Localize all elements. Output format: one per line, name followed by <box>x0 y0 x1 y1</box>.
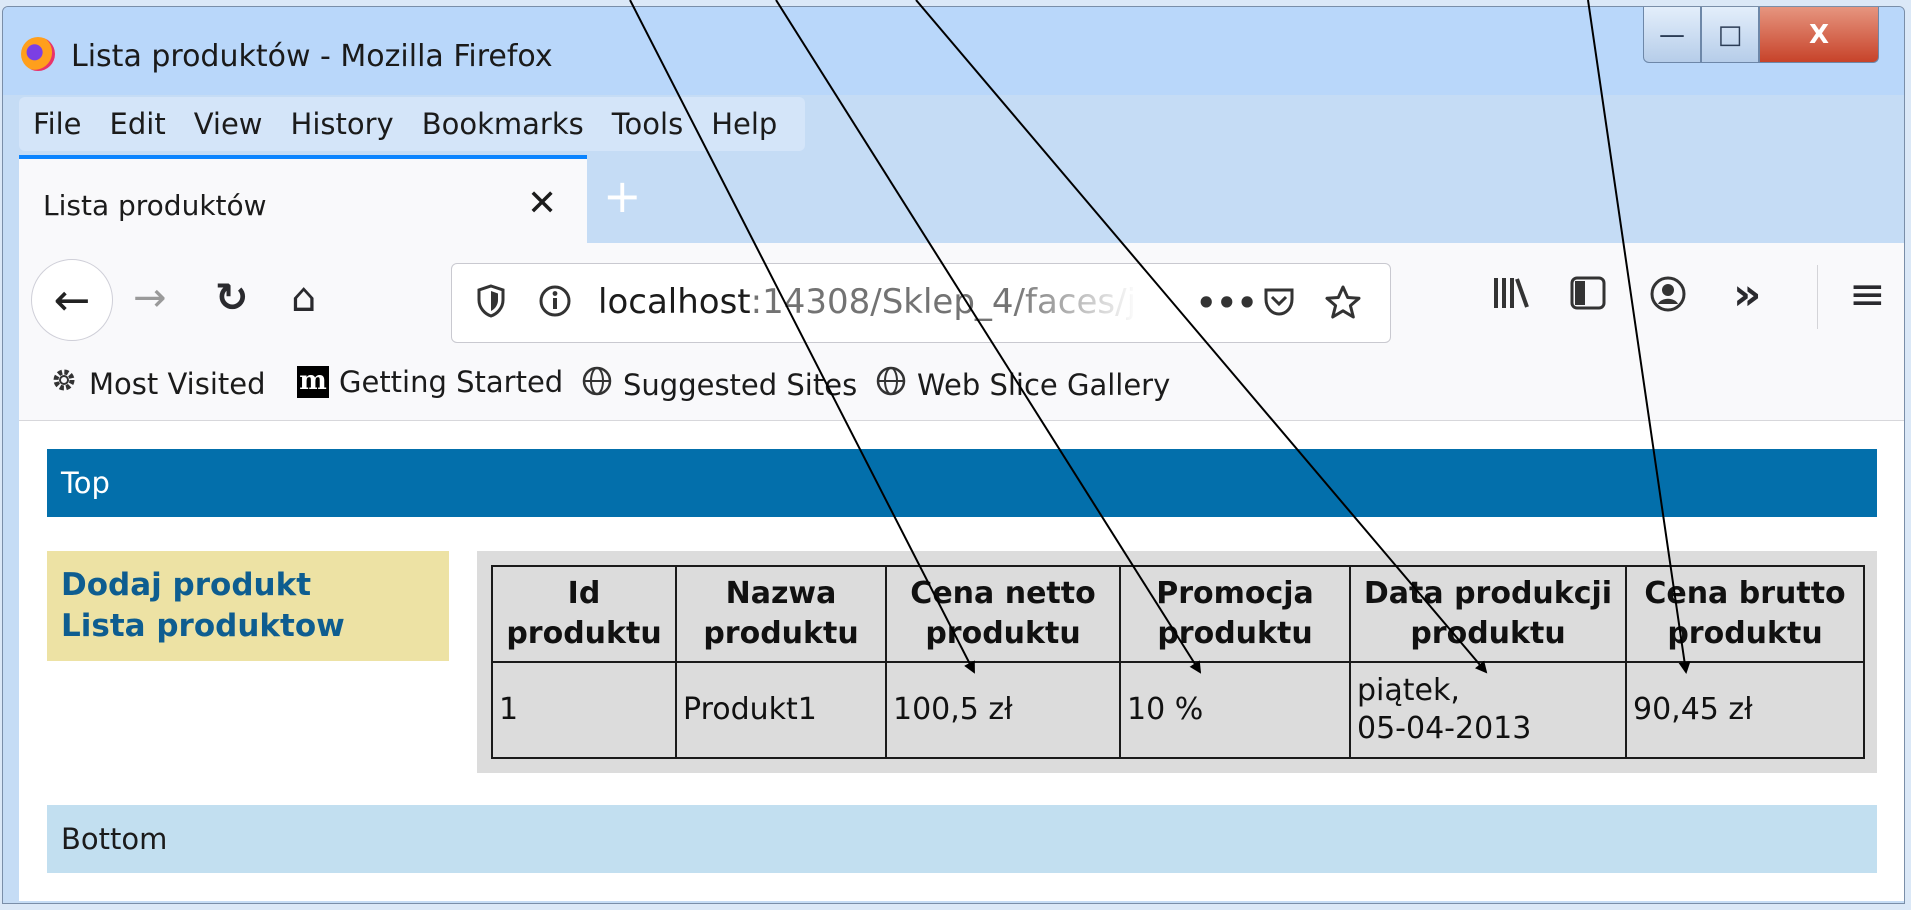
sidebar-icon[interactable] <box>1569 275 1607 321</box>
new-tab-button[interactable]: + <box>603 169 642 223</box>
column-header-id: Id produktu <box>491 565 677 663</box>
add-product-link[interactable]: Dodaj produkt <box>61 565 435 606</box>
url-fade <box>1012 264 1192 342</box>
toolbar-separator <box>1817 265 1818 329</box>
table-row: 1 Produkt1 100,5 zł 10 % piątek, 05-04-20… <box>491 661 1865 759</box>
menu-tools[interactable]: Tools <box>612 107 683 141</box>
menu-help[interactable]: Help <box>711 107 777 141</box>
minimize-button[interactable]: — <box>1643 7 1701 63</box>
left-menu: Dodaj produkt Lista produktow <box>47 551 449 661</box>
reload-icon[interactable]: ↻ <box>215 275 249 321</box>
menu-edit[interactable]: Edit <box>110 107 166 141</box>
bookmark-most-visited[interactable]: Most Visited <box>49 365 266 403</box>
hamburger-menu-icon[interactable]: ≡ <box>1849 269 1886 320</box>
products-table-container: Id produktu Nazwa produktu Cena netto produ… <box>477 551 1877 773</box>
url-bar[interactable]: localhost:14308/Sklep_4/faces/j ••• <box>451 263 1391 343</box>
bookmark-getting-started[interactable]: m Getting Started <box>297 365 563 399</box>
firefox-logo-icon <box>21 37 55 71</box>
bookmark-label: Suggested Sites <box>623 368 858 402</box>
home-icon[interactable]: ⌂ <box>291 275 316 321</box>
product-list-link[interactable]: Lista produktow <box>61 606 435 647</box>
bookmark-label: Web Slice Gallery <box>917 368 1171 402</box>
bookmarks-toolbar: Most Visited m Getting Started Suggested… <box>19 351 1904 421</box>
m-icon: m <box>297 366 329 398</box>
window-title: Lista produktów - Mozilla Firefox <box>71 39 553 74</box>
globe-icon <box>581 365 613 405</box>
info-icon[interactable] <box>538 284 572 326</box>
tab-title: Lista produktów <box>43 189 267 222</box>
cell-promotion: 10 % <box>1119 661 1351 759</box>
tab-close-icon[interactable]: ✕ <box>527 183 557 224</box>
cell-name: Produkt1 <box>675 661 887 759</box>
shield-icon[interactable] <box>476 284 506 326</box>
browser-window: Lista produktów - Mozilla Firefox — □ X … <box>2 6 1905 904</box>
library-icon[interactable] <box>1491 275 1531 321</box>
top-banner: Top <box>47 449 1877 517</box>
menu-view[interactable]: View <box>194 107 263 141</box>
bottom-banner: Bottom <box>47 805 1877 873</box>
forward-arrow-icon[interactable]: → <box>133 275 167 321</box>
tab-lista-produktow[interactable]: Lista produktów ✕ <box>19 155 587 247</box>
menu-bookmarks[interactable]: Bookmarks <box>422 107 584 141</box>
menu-file[interactable]: File <box>33 107 82 141</box>
bookmark-suggested-sites[interactable]: Suggested Sites <box>581 365 857 405</box>
gear-icon <box>49 365 79 403</box>
overflow-chevron-icon[interactable]: » <box>1733 269 1761 320</box>
globe-icon <box>875 365 907 405</box>
column-header-name: Nazwa produktu <box>675 565 887 663</box>
cell-production-date: piątek, 05-04-2013 <box>1349 661 1627 759</box>
cell-net-price: 100,5 zł <box>885 661 1121 759</box>
close-window-button[interactable]: X <box>1759 7 1879 63</box>
navigation-toolbar: ← → ↻ ⌂ localhost:14308/Sklep_4/faces/j … <box>19 243 1904 351</box>
column-header-production-date: Data produkcji produktu <box>1349 565 1627 663</box>
cell-id: 1 <box>491 661 677 759</box>
column-header-net-price: Cena netto produktu <box>885 565 1121 663</box>
bookmark-label: Most Visited <box>89 367 266 401</box>
menu-bar: File Edit View History Bookmarks Tools H… <box>19 97 806 151</box>
cell-gross-price: 90,45 zł <box>1625 661 1865 759</box>
menu-history[interactable]: History <box>291 107 394 141</box>
bookmark-star-icon[interactable] <box>1324 284 1362 328</box>
table-header-row: Id produktu Nazwa produktu Cena netto produ… <box>491 565 1865 663</box>
products-table: Id produktu Nazwa produktu Cena netto produ… <box>491 565 1865 759</box>
pocket-icon[interactable] <box>1262 284 1296 326</box>
page-actions-icon[interactable]: ••• <box>1196 284 1257 322</box>
bookmark-label: Getting Started <box>339 365 564 399</box>
column-header-promotion: Promocja produktu <box>1119 565 1351 663</box>
maximize-button[interactable]: □ <box>1701 7 1759 63</box>
title-bar: Lista produktów - Mozilla Firefox — □ X <box>3 7 1904 95</box>
back-arrow-icon[interactable]: ← <box>31 259 113 341</box>
account-icon[interactable] <box>1649 275 1687 323</box>
bookmark-web-slice-gallery[interactable]: Web Slice Gallery <box>875 365 1170 405</box>
column-header-gross-price: Cena brutto produktu <box>1625 565 1865 663</box>
page-content: Top Dodaj produkt Lista produktow Id prod… <box>19 421 1904 901</box>
